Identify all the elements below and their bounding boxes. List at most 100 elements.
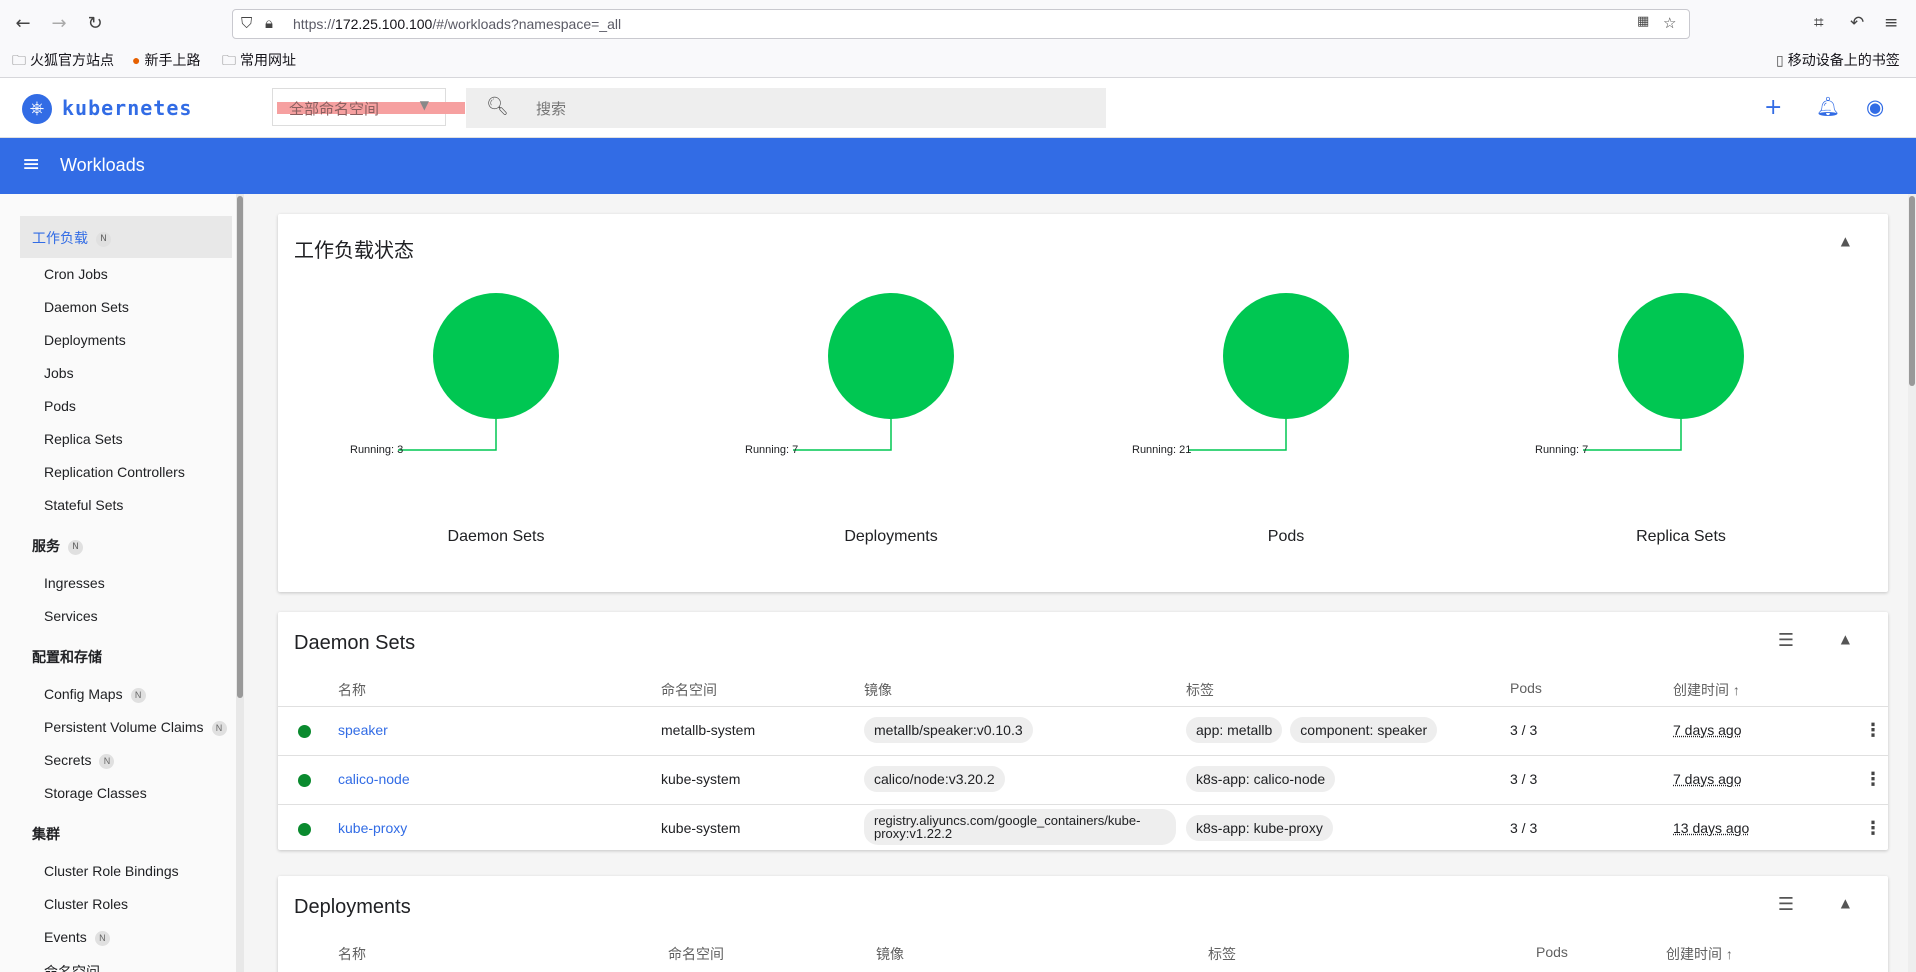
pods-cell: 3 / 3 [1510, 771, 1538, 787]
sidebar-item-storage-classes[interactable]: Storage Classes [44, 785, 147, 801]
sidebar-item-daemon-sets[interactable]: Daemon Sets [44, 299, 129, 315]
url-bar[interactable]: ⛉ 🔒︎ https://172.25.100.100/#/workloads?… [232, 9, 1690, 39]
label-chip: app: metallb [1186, 717, 1283, 743]
qr-code-icon[interactable]: ▦ [1637, 14, 1649, 29]
more-vert-icon[interactable]: ⋮ [1864, 720, 1882, 741]
menu-icon[interactable]: ≡ [22, 152, 40, 177]
sidebar-section-services[interactable]: 服务 N [32, 536, 83, 556]
sidebar-item-ingresses[interactable]: Ingresses [44, 575, 105, 591]
firefox-icon: ● [132, 52, 141, 68]
sidebar-section-cluster[interactable]: 集群 [32, 824, 60, 844]
status-chart-deployments: Running: 7 Deployments [737, 234, 957, 545]
labels-cell: k8s-app: calico-node [1186, 766, 1343, 792]
created-cell: 7 days ago [1673, 771, 1742, 787]
collapse-icon[interactable]: ▲ [1841, 234, 1850, 248]
folder-icon: 🗀 [222, 52, 236, 68]
mobile-bookmarks[interactable]: ▯ 移动设备上的书签 [1776, 50, 1900, 70]
bookmark-item[interactable]: ● 新手上路 [132, 50, 200, 70]
sidebar-section-workloads[interactable]: 工作负载 N [32, 228, 111, 248]
sidebar-item-events[interactable]: Events N [44, 929, 110, 946]
image-chip: registry.aliyuncs.com/google_containers/… [864, 809, 1176, 845]
sidebar-item-jobs[interactable]: Jobs [44, 365, 74, 381]
folder-icon: 🗀 [12, 52, 26, 68]
sidebar-item-pods[interactable]: Pods [44, 398, 76, 414]
column-header-namespace[interactable]: 命名空间 [661, 680, 717, 700]
running-slice[interactable] [433, 293, 559, 419]
resource-name-link[interactable]: speaker [338, 722, 388, 738]
add-icon[interactable]: + [1764, 95, 1782, 120]
pie-chart-svg [1583, 293, 1744, 451]
table-row[interactable]: kube-proxy kube-system registry.aliyuncs… [278, 804, 1888, 853]
kubernetes-logo-icon[interactable]: ⎈ [22, 94, 52, 124]
main-scrollbar[interactable] [1908, 194, 1916, 972]
filter-icon[interactable]: ☰ [1778, 894, 1794, 915]
back-icon[interactable]: ← [12, 13, 34, 35]
sidebar-item-services[interactable]: Services [44, 608, 98, 624]
shield-icon[interactable]: ⛉ [241, 14, 252, 32]
running-slice[interactable] [1618, 293, 1744, 419]
bell-icon[interactable]: 🔔︎ [1816, 95, 1840, 118]
column-header-name[interactable]: 名称 [338, 680, 366, 700]
status-chart-pods: Running: 21 Pods [1132, 234, 1352, 545]
sidebar-item-deployments[interactable]: Deployments [44, 332, 126, 348]
browser-menu-icon[interactable]: ≡ [1884, 13, 1898, 33]
column-header-name[interactable]: 名称 [338, 944, 366, 964]
sidebar-section-config-storage[interactable]: 配置和存储 [32, 647, 102, 667]
resource-name-link[interactable]: calico-node [338, 771, 410, 787]
lock-icon[interactable]: 🔒︎ [265, 14, 273, 32]
filter-icon[interactable]: ☰ [1778, 630, 1794, 651]
bookmark-item[interactable]: 🗀 常用网址 [222, 50, 296, 74]
column-header-created[interactable]: 创建时间 ↑ [1666, 944, 1733, 964]
sidebar-item-cluster-role-bindings[interactable]: Cluster Role Bindings [44, 863, 179, 879]
bookmarks-bar: 🗀 火狐官方站点 ● 新手上路 🗀 常用网址 ▯ 移动设备上的书签 [0, 48, 1916, 72]
undo-icon[interactable]: ↶ [1850, 13, 1864, 33]
bookmark-item[interactable]: 🗀 火狐官方站点 [12, 50, 114, 74]
chart-label: Daemon Sets [447, 528, 545, 545]
sidebar-item-stateful-sets[interactable]: Stateful Sets [44, 497, 123, 513]
logo-text[interactable]: kubernetes [62, 96, 192, 120]
screenshot-icon[interactable]: ⌗ [1814, 13, 1824, 33]
bookmark-star-icon[interactable]: ☆ [1663, 14, 1676, 32]
sidebar-item-cron-jobs[interactable]: Cron Jobs [44, 266, 108, 282]
table-row[interactable]: speaker metallb-system metallb/speaker:v… [278, 706, 1888, 755]
running-slice[interactable] [1223, 293, 1349, 419]
sidebar-item-replica-sets[interactable]: Replica Sets [44, 431, 123, 447]
running-slice[interactable] [828, 293, 954, 419]
card-title: Deployments [294, 896, 411, 918]
status-chart-replica-sets: Running: 7 Replica Sets [1527, 234, 1747, 545]
scrollbar-thumb[interactable] [1909, 196, 1915, 386]
sidebar-item-replication-controllers[interactable]: Replication Controllers [44, 464, 185, 480]
sidebar-item-namespaces[interactable]: 命名空间 [44, 962, 100, 972]
namespaced-badge: N [211, 720, 227, 736]
reload-icon[interactable]: ↻ [84, 13, 106, 35]
status-chart-daemon-sets: Running: 3 Daemon Sets [342, 234, 562, 545]
leader-line [1188, 419, 1287, 451]
more-vert-icon[interactable]: ⋮ [1864, 769, 1882, 790]
search-input[interactable]: 🔍︎ 搜索 [466, 88, 1106, 128]
table-row[interactable]: calico-node kube-system calico/node:v3.2… [278, 755, 1888, 804]
column-header-created[interactable]: 创建时间 ↑ [1673, 680, 1740, 700]
labels-cell: k8s-app: kube-proxy [1186, 815, 1341, 841]
column-header-labels: 标签 [1208, 946, 1236, 962]
resource-name-link[interactable]: kube-proxy [338, 820, 407, 836]
deployments-card: Deployments ☰ ▲ 名称 命名空间 镜像 标签 Pods 创建时间 … [278, 876, 1888, 972]
image-cell: metallb/speaker:v0.10.3 [864, 717, 1041, 743]
forward-icon[interactable]: → [48, 13, 70, 35]
sidebar-scrollbar[interactable] [236, 194, 244, 972]
more-vert-icon[interactable]: ⋮ [1864, 818, 1882, 839]
sidebar-item-cluster-roles[interactable]: Cluster Roles [44, 896, 128, 912]
sidebar-item-config-maps[interactable]: Config Maps N [44, 686, 146, 703]
collapse-icon[interactable]: ▲ [1841, 896, 1850, 910]
scrollbar-thumb[interactable] [237, 196, 243, 698]
namespace-selector[interactable]: 全部命名空间 ▼ [272, 88, 465, 126]
sidebar-item-secrets[interactable]: Secrets N [44, 752, 115, 769]
url-text[interactable]: https://172.25.100.100/#/workloads?names… [293, 16, 621, 32]
chart-label: Replica Sets [1636, 528, 1726, 545]
account-icon[interactable]: ◉ [1866, 95, 1884, 119]
main-content: 工作负载状态 ▲ Running: 3 Daemon Sets Running:… [244, 194, 1916, 972]
column-header-images: 镜像 [864, 682, 892, 698]
collapse-icon[interactable]: ▲ [1841, 632, 1850, 646]
leader-line [1583, 419, 1682, 451]
column-header-namespace[interactable]: 命名空间 [668, 944, 724, 964]
sidebar-item-persistent-volume-claims[interactable]: Persistent Volume Claims N [44, 719, 227, 736]
